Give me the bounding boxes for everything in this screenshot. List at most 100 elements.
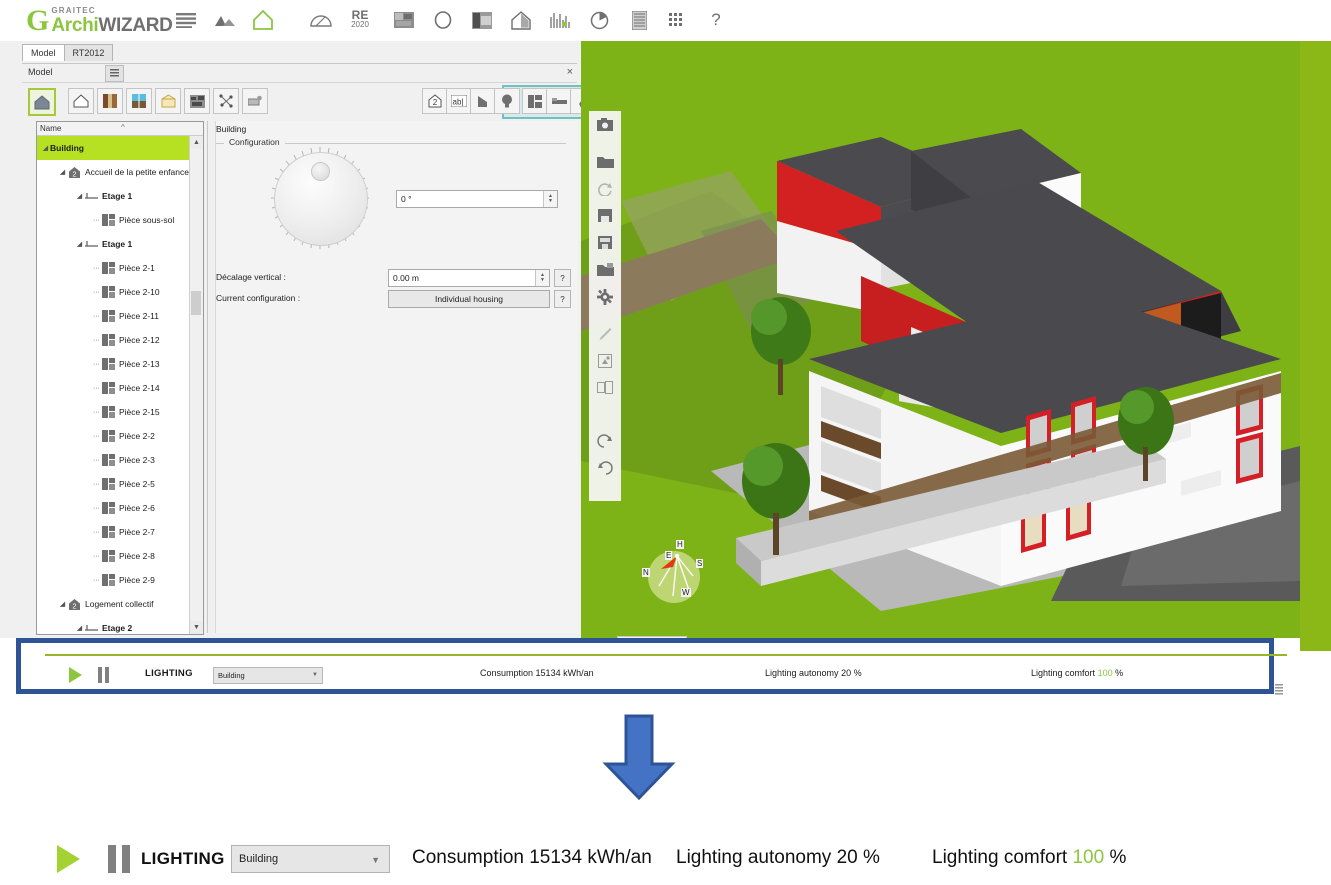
tree-node[interactable]: ···Pièce 2-1 <box>37 256 189 280</box>
tree-scroll-down-icon[interactable]: ▼ <box>190 621 203 634</box>
close-panel-icon[interactable]: × <box>567 66 573 78</box>
tree-node[interactable]: ◢Etage 1 <box>37 232 189 256</box>
tree-expander-icon[interactable]: ◢ <box>58 600 67 608</box>
chevron-down-icon[interactable]: ▼ <box>312 672 318 678</box>
pen-icon[interactable] <box>589 320 621 347</box>
tree-scroll-up-icon[interactable]: ▲ <box>190 136 203 149</box>
tree-node[interactable]: ◢2Accueil de la petite enfance <box>37 160 189 184</box>
tree-sort-icon[interactable]: ^ <box>121 123 125 132</box>
vertical-offset-help-button[interactable]: ? <box>554 269 571 287</box>
tree-expander-icon[interactable]: ◢ <box>41 144 50 152</box>
tree-expander-icon[interactable]: ◢ <box>58 168 67 176</box>
model-list-icon[interactable] <box>105 65 124 82</box>
tree-node[interactable]: ···Pièce 2-7 <box>37 520 189 544</box>
callout-scope-combobox[interactable]: Building ▼ <box>231 845 390 873</box>
menu-icon[interactable] <box>172 6 200 34</box>
vertical-offset-spinner-icon[interactable]: ▲▼ <box>535 270 549 286</box>
panorama-icon[interactable] <box>589 374 621 401</box>
undo-icon[interactable] <box>589 427 621 454</box>
tree-node[interactable]: ···Pièce 2-2 <box>37 424 189 448</box>
current-configuration-help-button[interactable]: ? <box>554 290 571 308</box>
gear-icon[interactable] <box>589 283 621 310</box>
terrain-icon[interactable] <box>211 6 239 34</box>
tab-model[interactable]: Model <box>22 44 65 61</box>
zone-icon[interactable]: 2 <box>422 88 448 114</box>
view-building-icon[interactable] <box>28 88 56 116</box>
tree-node[interactable]: ···Pièce 2-15 <box>37 400 189 424</box>
compass-widget[interactable]: H N S W E <box>643 546 705 608</box>
orientation-dial-knob[interactable] <box>311 162 330 181</box>
sky-dome-icon[interactable] <box>307 6 335 34</box>
tree-node[interactable]: ···Pièce sous-sol <box>37 208 189 232</box>
scope-combobox[interactable]: Building ▼ <box>213 667 323 684</box>
save-image-icon[interactable] <box>589 202 621 229</box>
callout-play-button[interactable] <box>57 845 80 873</box>
app-top-toolbar: G GRAITEC ArchiWIZARD RE 2020 <box>0 0 1331 42</box>
orientation-spinner-icon[interactable]: ▲▼ <box>543 191 557 207</box>
view-wall-icon[interactable] <box>97 88 123 114</box>
current-configuration-button[interactable]: Individual housing <box>388 290 550 308</box>
callout-chevron-down-icon[interactable]: ▼ <box>371 855 380 865</box>
tree-node[interactable]: ◢Building <box>37 136 189 160</box>
view-nodes-icon[interactable] <box>213 88 239 114</box>
room-split-icon[interactable] <box>522 88 548 114</box>
house-shade-icon[interactable] <box>507 6 535 34</box>
view-volume-icon[interactable] <box>155 88 181 114</box>
tree-node[interactable]: ···Pièce 2-10 <box>37 280 189 304</box>
tree-expander-icon[interactable]: ◢ <box>75 240 84 248</box>
grid-icon[interactable] <box>663 6 691 34</box>
view-equipment-icon[interactable] <box>242 88 268 114</box>
tree-node[interactable]: ···Pièce 2-14 <box>37 376 189 400</box>
redo-icon[interactable] <box>589 454 621 481</box>
tree-expander-icon[interactable]: ◢ <box>75 624 84 632</box>
export-image-icon[interactable] <box>589 347 621 374</box>
tree-expander-icon[interactable]: ◢ <box>75 192 84 200</box>
tree-node[interactable]: ···Pièce 2-6 <box>37 496 189 520</box>
pause-button[interactable] <box>98 667 111 683</box>
tab-rt2012[interactable]: RT2012 <box>64 44 114 61</box>
orientation-input[interactable]: 0 ° ▲▼ <box>396 190 558 208</box>
tree-scroll-thumb[interactable] <box>191 291 201 315</box>
help-icon[interactable]: ? <box>702 6 730 34</box>
tree-node-label: Pièce 2-12 <box>119 335 160 345</box>
pie-chart-icon[interactable] <box>585 6 613 34</box>
thermal-image-icon[interactable] <box>390 6 418 34</box>
tree-node[interactable]: ···Pièce 2-8 <box>37 544 189 568</box>
folder-icon[interactable] <box>589 148 621 175</box>
view-window-icon[interactable] <box>126 88 152 114</box>
label-abl-icon[interactable]: ab| <box>446 88 472 114</box>
camera-icon[interactable] <box>589 111 621 138</box>
render-icon[interactable] <box>468 6 496 34</box>
orientation-dial[interactable] <box>274 152 368 246</box>
view-shell-icon[interactable] <box>68 88 94 114</box>
open-folder-icon[interactable] <box>589 256 621 283</box>
bed-icon[interactable] <box>546 88 572 114</box>
tree-node[interactable]: ◢2Logement collectif <box>37 592 189 616</box>
model-tree[interactable]: Name ^ ◢Building◢2Accueil de la petite e… <box>36 121 204 635</box>
status-resize-handle[interactable] <box>1275 683 1283 697</box>
tree-node[interactable]: ···Pièce 2-9 <box>37 568 189 592</box>
config-left-scrollbar[interactable] <box>208 121 216 633</box>
tree-scrollbar[interactable]: ▲ ▼ <box>189 136 203 634</box>
vertical-offset-input[interactable]: 0.00 m ▲▼ <box>388 269 550 287</box>
tree-node[interactable]: ···Pièce 2-3 <box>37 448 189 472</box>
chart-spectrum-icon[interactable] <box>546 6 574 34</box>
re2020-icon[interactable]: RE 2020 <box>346 6 374 34</box>
tree-node[interactable]: ◢Etage 2 <box>37 616 189 635</box>
tree-node[interactable]: ◢Etage 1 <box>37 184 189 208</box>
callout-pause-button[interactable] <box>108 845 130 873</box>
tree-node[interactable]: ···Pièce 2-13 <box>37 352 189 376</box>
circle-icon[interactable] <box>429 6 457 34</box>
save-view-icon[interactable] <box>589 229 621 256</box>
play-button[interactable] <box>69 667 82 683</box>
tree-node[interactable]: ···Pièce 2-11 <box>37 304 189 328</box>
3d-viewport[interactable]: H N S W E Perspective view 15 April 13:0… <box>581 41 1300 638</box>
surface-icon[interactable] <box>470 88 496 114</box>
tree-node[interactable]: ···Pièce 2-5 <box>37 472 189 496</box>
refresh-icon[interactable] <box>589 175 621 202</box>
view-texture-icon[interactable] <box>184 88 210 114</box>
tree-node[interactable]: ···Pièce 2-12 <box>37 328 189 352</box>
report-icon[interactable] <box>625 6 653 34</box>
house-outline-icon[interactable] <box>249 6 277 34</box>
bulb-icon[interactable] <box>494 88 520 114</box>
